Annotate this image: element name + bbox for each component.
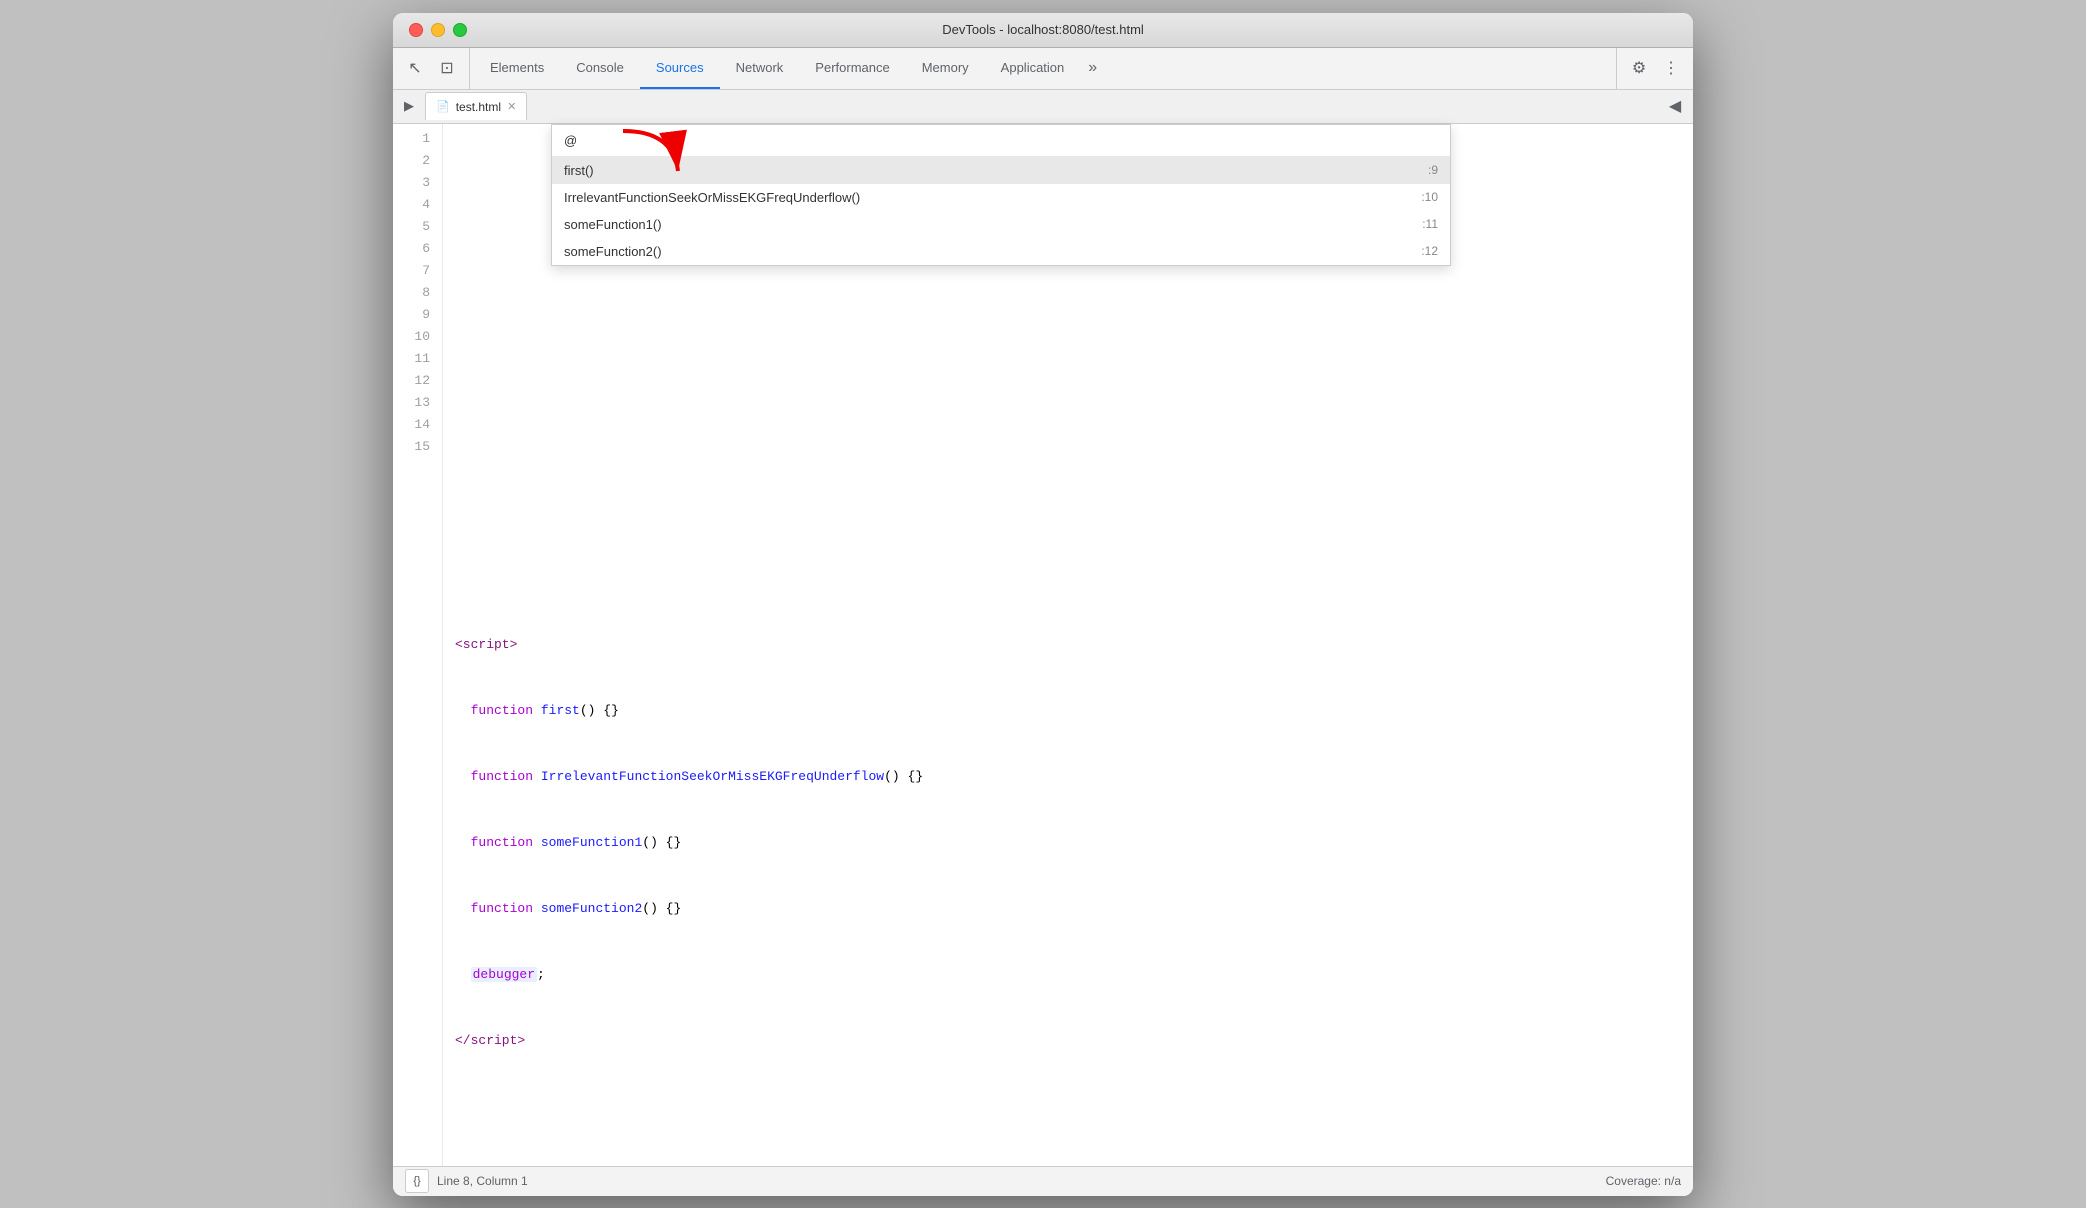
code-line-13: debugger; <box>455 964 1681 986</box>
file-tab-name: test.html <box>456 100 501 114</box>
autocomplete-item-line-3: :12 <box>1421 244 1438 258</box>
line-num-12: 12 <box>401 370 430 392</box>
tab-network[interactable]: Network <box>720 48 800 89</box>
autocomplete-item-0[interactable]: first() :9 <box>552 157 1450 184</box>
code-line-8: <script> <box>455 634 1681 656</box>
code-line-11: function someFunction1() {} <box>455 832 1681 854</box>
devtools-window: DevTools - localhost:8080/test.html ↖ ⊡ … <box>393 13 1693 1196</box>
tab-console[interactable]: Console <box>560 48 640 89</box>
line-num-15: 15 <box>401 436 430 458</box>
line-numbers: 1 2 3 4 5 6 7 8 9 10 11 12 13 14 15 <box>393 124 443 1166</box>
line-num-6: 6 <box>401 238 430 260</box>
line-num-10: 10 <box>401 326 430 348</box>
code-line-7 <box>455 568 1681 590</box>
code-line-15 <box>455 1096 1681 1118</box>
collapse-panel-button[interactable]: ◀ <box>1661 94 1689 118</box>
file-tabs-bar: ▶ 📄 test.html ✕ ◀ <box>393 90 1693 124</box>
autocomplete-item-3[interactable]: someFunction2() :12 <box>552 238 1450 265</box>
line-num-2: 2 <box>401 150 430 172</box>
line-num-7: 7 <box>401 260 430 282</box>
code-line-4 <box>455 370 1681 392</box>
code-line-9: function first() {} <box>455 700 1681 722</box>
autocomplete-item-line-1: :10 <box>1421 190 1438 204</box>
autocomplete-item-name-3: someFunction2() <box>564 244 662 259</box>
line-num-9: 9 <box>401 304 430 326</box>
line-num-14: 14 <box>401 414 430 436</box>
status-left: {} Line 8, Column 1 <box>405 1169 528 1193</box>
line-col-status: Line 8, Column 1 <box>437 1174 528 1188</box>
dock-icon[interactable]: ⊡ <box>433 54 461 82</box>
maximize-button[interactable] <box>453 23 467 37</box>
line-num-8: 8 <box>401 282 430 304</box>
pretty-print-button[interactable]: {} <box>405 1169 429 1193</box>
code-area-wrapper: @ first() :9 IrrelevantFunctionSeekOrMis… <box>393 124 1693 1166</box>
line-num-5: 5 <box>401 216 430 238</box>
tab-performance[interactable]: Performance <box>799 48 905 89</box>
autocomplete-item-line-2: :11 <box>1422 217 1438 231</box>
window-title: DevTools - localhost:8080/test.html <box>942 22 1144 37</box>
line-num-4: 4 <box>401 194 430 216</box>
autocomplete-item-name-1: IrrelevantFunctionSeekOrMissEKGFreqUnder… <box>564 190 860 205</box>
autocomplete-item-1[interactable]: IrrelevantFunctionSeekOrMissEKGFreqUnder… <box>552 184 1450 211</box>
line-num-3: 3 <box>401 172 430 194</box>
tab-application[interactable]: Application <box>985 48 1081 89</box>
toolbar-icons: ↖ ⊡ <box>401 48 470 89</box>
autocomplete-item-2[interactable]: someFunction1() :11 <box>552 211 1450 238</box>
toolbar-right: ⚙ ⋮ <box>1616 48 1685 89</box>
title-bar: DevTools - localhost:8080/test.html <box>393 13 1693 48</box>
autocomplete-dropdown: @ first() :9 IrrelevantFunctionSeekOrMis… <box>551 124 1451 266</box>
autocomplete-item-name-0: first() <box>564 163 594 178</box>
code-editor[interactable]: 1 2 3 4 5 6 7 8 9 10 11 12 13 14 15 <box>393 124 1693 1166</box>
code-content[interactable]: <script> function first() {} function Ir… <box>443 124 1693 1166</box>
code-line-14: </script> <box>455 1030 1681 1052</box>
at-symbol: @ <box>564 133 577 148</box>
devtools-toolbar: ↖ ⊡ Elements Console Sources Network Per… <box>393 48 1693 90</box>
more-tabs-button[interactable]: » <box>1080 48 1105 89</box>
autocomplete-item-name-2: someFunction1() <box>564 217 662 232</box>
file-tab-close[interactable]: ✕ <box>507 100 516 113</box>
tab-elements[interactable]: Elements <box>474 48 560 89</box>
status-bar: {} Line 8, Column 1 Coverage: n/a <box>393 1166 1693 1196</box>
code-line-10: function IrrelevantFunctionSeekOrMissEKG… <box>455 766 1681 788</box>
file-tab-play-button[interactable]: ▶ <box>397 94 421 118</box>
close-button[interactable] <box>409 23 423 37</box>
settings-icon[interactable]: ⚙ <box>1625 54 1653 82</box>
file-icon: 📄 <box>436 100 450 113</box>
code-line-3 <box>455 304 1681 326</box>
code-line-6 <box>455 502 1681 524</box>
more-options-icon[interactable]: ⋮ <box>1657 54 1685 82</box>
autocomplete-search-bar: @ <box>552 125 1450 157</box>
line-num-11: 11 <box>401 348 430 370</box>
cursor-icon[interactable]: ↖ <box>401 54 429 82</box>
line-num-13: 13 <box>401 392 430 414</box>
minimize-button[interactable] <box>431 23 445 37</box>
content-area: ▶ 📄 test.html ✕ ◀ <box>393 90 1693 1196</box>
code-line-5 <box>455 436 1681 458</box>
tab-sources[interactable]: Sources <box>640 48 720 89</box>
coverage-status: Coverage: n/a <box>1606 1174 1681 1188</box>
autocomplete-item-line-0: :9 <box>1428 163 1438 177</box>
traffic-lights <box>409 23 467 37</box>
line-num-1: 1 <box>401 128 430 150</box>
tab-bar: Elements Console Sources Network Perform… <box>474 48 1612 89</box>
code-line-12: function someFunction2() {} <box>455 898 1681 920</box>
tab-memory[interactable]: Memory <box>906 48 985 89</box>
file-tab-test-html[interactable]: 📄 test.html ✕ <box>425 92 527 120</box>
